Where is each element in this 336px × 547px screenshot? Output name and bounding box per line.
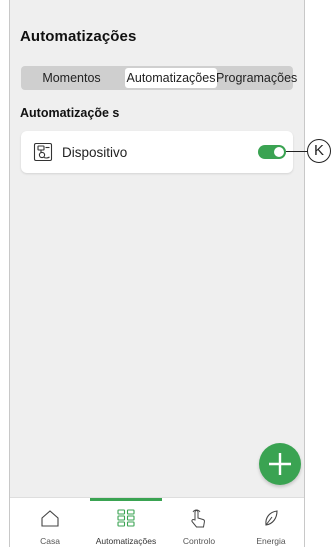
home-icon — [41, 510, 59, 527]
phone-screen: Automatizações Momentos Automatizações P… — [9, 0, 305, 547]
callout-line — [286, 151, 308, 152]
nav-label-controlo: Controlo — [182, 536, 216, 546]
automation-toggle[interactable] — [258, 145, 286, 159]
page-title: Automatizações — [20, 28, 137, 45]
nav-item-casa[interactable]: Casa — [10, 498, 90, 547]
nav-label-energia: Energia — [256, 536, 286, 546]
automation-type-tabs: Momentos Automatizações Programações — [21, 66, 297, 90]
grid-icon — [117, 509, 135, 527]
section-title: Automatizaçõe s — [20, 106, 120, 120]
active-tab-indicator — [90, 498, 162, 501]
nav-label-casa: Casa — [40, 536, 60, 546]
automation-label: Dispositivo — [62, 145, 128, 160]
hand-touch-icon — [191, 509, 205, 528]
nav-label-automatizacoes: Automatizações — [95, 536, 157, 546]
tab-momentos[interactable]: Momentos — [23, 68, 120, 88]
plus-icon — [269, 453, 291, 475]
nav-item-energia[interactable]: Energia — [236, 498, 304, 547]
toggle-knob — [274, 147, 284, 157]
automation-card[interactable]: Dispositivo — [21, 131, 293, 173]
callout-marker: K — [307, 139, 331, 163]
bottom-navigation: Casa Automatizações Controlo Energia — [10, 497, 304, 547]
device-automation-icon — [33, 142, 53, 162]
nav-item-controlo[interactable]: Controlo — [162, 498, 236, 547]
add-automation-button[interactable] — [259, 443, 301, 485]
tab-automatizacoes[interactable]: Automatizações — [125, 68, 217, 88]
leaf-icon — [265, 510, 278, 526]
nav-item-automatizacoes[interactable]: Automatizações — [90, 498, 162, 547]
tab-programacoes[interactable]: Programações — [216, 68, 297, 88]
